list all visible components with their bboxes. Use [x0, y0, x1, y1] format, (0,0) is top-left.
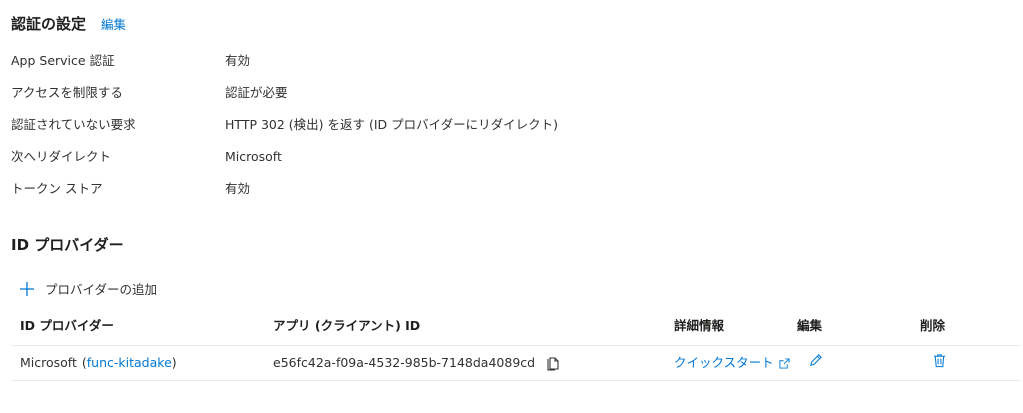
external-link-icon [779, 357, 790, 369]
delete-cell [932, 353, 947, 368]
edit-cell [808, 353, 823, 368]
provider-paren-close: ) [171, 355, 177, 370]
details-cell: クイックスタート [674, 353, 790, 373]
add-provider-label: プロバイダーの追加 [45, 282, 158, 297]
setting-value: HTTP 302 (検出) を返す (ID プロバイダーにリダイレクト) [225, 117, 559, 132]
column-header-delete: 削除 [920, 318, 946, 333]
add-provider-button[interactable]: プロバイダーの追加 [19, 279, 157, 298]
trash-icon[interactable] [932, 353, 947, 368]
setting-label: 次へリダイレクト [11, 149, 112, 164]
client-id-value: e56fc42a-f09a-4532-985b-7148da4089cd [273, 355, 536, 370]
column-header-edit: 編集 [797, 318, 823, 333]
column-header-details: 詳細情報 [674, 318, 725, 333]
provider-name: Microsoft [20, 355, 77, 370]
table-row: Microsoft ( func-kitadake ) e56fc42a-f09… [11, 346, 1021, 381]
setting-value: 有効 [225, 53, 251, 68]
copy-icon[interactable] [545, 355, 561, 371]
client-id-cell: e56fc42a-f09a-4532-985b-7148da4089cd [273, 353, 561, 373]
setting-label: トークン ストア [11, 181, 103, 196]
column-header-client-id: アプリ (クライアント) ID [273, 318, 421, 333]
plus-icon [20, 281, 34, 296]
authentication-page: 認証の設定 編集 App Service 認証 有効 アクセスを制限する 認証が… [0, 0, 1023, 413]
setting-label: App Service 認証 [11, 53, 115, 68]
setting-value: Microsoft [225, 149, 282, 164]
auth-settings-title: 認証の設定 [11, 15, 87, 33]
identity-providers-title: ID プロバイダー [11, 236, 124, 254]
provider-app-link[interactable]: func-kitadake [87, 353, 172, 373]
setting-label: 認証されていない要求 [11, 117, 136, 132]
auth-settings-header: 認証の設定 編集 [11, 13, 126, 34]
provider-cell: Microsoft ( func-kitadake ) [20, 353, 177, 373]
setting-value: 有効 [225, 181, 251, 196]
quickstart-link[interactable]: クイックスタート [674, 353, 774, 373]
column-header-provider: ID プロバイダー [20, 318, 114, 333]
setting-value: 認証が必要 [225, 85, 288, 100]
setting-label: アクセスを制限する [11, 85, 123, 100]
edit-auth-settings-link[interactable]: 編集 [101, 14, 126, 33]
providers-table-header: ID プロバイダー アプリ (クライアント) ID 詳細情報 編集 削除 [11, 316, 1021, 338]
pencil-icon[interactable] [808, 353, 823, 368]
